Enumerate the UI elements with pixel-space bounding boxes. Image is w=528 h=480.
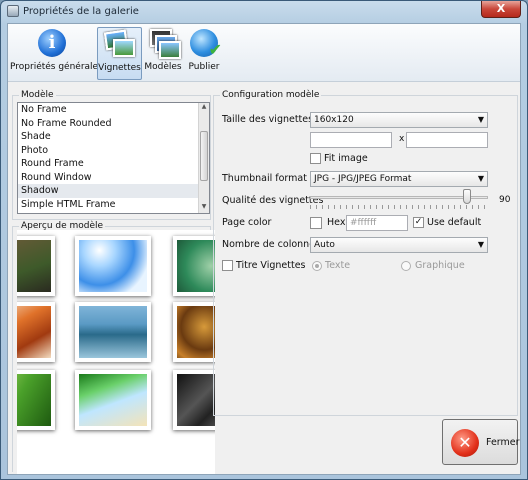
preview-thumbnail — [75, 302, 151, 362]
radio-graphic[interactable] — [401, 261, 411, 271]
close-button-label: Fermer — [486, 437, 520, 448]
fit-image-label: Fit image — [324, 153, 368, 164]
dialog-window: Propriétés de la galerie X i Propriétés … — [0, 0, 528, 480]
chevron-down-icon: ▼ — [477, 115, 484, 124]
templates-icon — [146, 29, 181, 59]
list-item-selected[interactable]: Shadow — [18, 184, 209, 198]
tab-label: Vignettes — [98, 63, 141, 73]
thumb-format-value: JPG - JPG/JPEG Format — [314, 174, 412, 184]
publish-icon: ✔ — [190, 29, 222, 59]
quality-slider-thumb[interactable] — [463, 189, 471, 204]
size-separator: x — [399, 134, 405, 144]
info-icon: i — [38, 29, 66, 57]
scroll-thumb[interactable] — [200, 131, 208, 181]
list-item[interactable]: Shade — [18, 130, 209, 144]
chevron-down-icon: ▼ — [477, 240, 484, 249]
tab-label: Modèles — [144, 62, 182, 72]
toolbar: i Propriétés générales Vignettes Modèles — [8, 24, 520, 82]
hex-input[interactable]: #ffffff — [346, 215, 408, 231]
preview-thumbnail — [75, 370, 151, 430]
thumb-format-select[interactable]: JPG - JPG/JPEG Format ▼ — [310, 171, 488, 187]
tab-general-properties[interactable]: i Propriétés générales — [10, 27, 103, 80]
check-icon: ✔ — [208, 40, 222, 59]
columns-label: Nombre de colonnes — [222, 239, 320, 250]
thumbnails-icon — [103, 29, 137, 60]
config-panel: Configuration modèle Taille des vignette… — [213, 84, 518, 416]
radio-graphic-label: Graphique — [415, 260, 465, 271]
thumb-format-label: Thumbnail format — [222, 173, 307, 184]
title-bar[interactable]: Propriétés de la galerie X — [1, 1, 527, 23]
title-vignettes-checkbox[interactable] — [222, 260, 233, 271]
title-vignettes-label: Titre Vignettes — [236, 260, 306, 271]
list-item[interactable]: No Frame — [18, 103, 209, 117]
thumb-width-field[interactable] — [310, 132, 392, 148]
page-color-label: Page color — [222, 217, 272, 228]
tab-label: Propriétés générales — [10, 62, 103, 72]
use-default-label: Use default — [427, 217, 482, 228]
quality-value: 90 — [499, 195, 511, 205]
preview-thumbnail — [173, 236, 215, 296]
scroll-down-icon[interactable]: ▼ — [199, 203, 209, 213]
use-default-checkbox[interactable]: ✓ — [413, 217, 424, 228]
columns-value: Auto — [314, 240, 335, 250]
config-group-title: Configuration modèle — [220, 90, 322, 100]
model-listbox[interactable]: No Frame No Frame Rounded Shade Photo Ro… — [17, 102, 210, 214]
radio-text-label: Texte — [325, 260, 351, 271]
radio-text[interactable] — [312, 261, 322, 271]
chevron-down-icon: ▼ — [477, 174, 484, 183]
list-item[interactable]: Photo — [18, 144, 209, 158]
page-color-swatch[interactable] — [310, 217, 322, 229]
thumb-size-select[interactable]: 160x120 ▼ — [310, 112, 488, 128]
quality-label: Qualité des vignettes — [222, 195, 324, 206]
preview-thumbnail — [75, 236, 151, 296]
tab-templates[interactable]: Modèles — [144, 27, 182, 80]
thumb-size-value: 160x120 — [314, 115, 354, 125]
list-item[interactable]: Round Frame — [18, 157, 209, 171]
window-close-button[interactable]: X — [481, 1, 521, 18]
fit-image-checkbox[interactable] — [310, 153, 321, 164]
window-title: Propriétés de la galerie — [23, 6, 139, 17]
thumb-height-field[interactable] — [406, 132, 488, 148]
preview-thumbnail — [17, 302, 55, 362]
close-button[interactable]: ✕ Fermer — [442, 419, 520, 465]
preview-thumbnail — [17, 370, 55, 430]
preview-thumbnail — [173, 302, 215, 362]
columns-select[interactable]: Auto ▼ — [310, 237, 488, 253]
template-preview — [17, 230, 215, 474]
preview-thumbnail — [17, 236, 55, 296]
hex-label: Hex — [327, 217, 346, 228]
tab-label: Publier — [188, 62, 220, 72]
slider-ticks — [310, 205, 488, 209]
list-item[interactable]: No Frame Rounded — [18, 117, 209, 131]
tab-thumbnails[interactable]: Vignettes — [97, 27, 142, 80]
app-icon — [7, 5, 19, 17]
quality-slider-track[interactable] — [310, 196, 488, 199]
preview-thumbnail — [173, 370, 215, 430]
thumb-size-label: Taille des vignettes — [222, 114, 314, 125]
dialog-client: i Propriétés générales Vignettes Modèles — [7, 23, 521, 475]
left-panel: Modèle No Frame No Frame Rounded Shade P… — [11, 84, 215, 474]
list-scrollbar[interactable]: ▲ ▼ — [198, 103, 209, 213]
model-group-title: Modèle — [19, 90, 56, 100]
scroll-up-icon[interactable]: ▲ — [199, 103, 209, 113]
close-icon: ✕ — [451, 429, 479, 457]
list-item[interactable]: Round Window — [18, 171, 209, 185]
list-item[interactable]: Simple HTML Frame — [18, 198, 209, 212]
tab-publish[interactable]: ✔ Publier — [186, 27, 222, 80]
